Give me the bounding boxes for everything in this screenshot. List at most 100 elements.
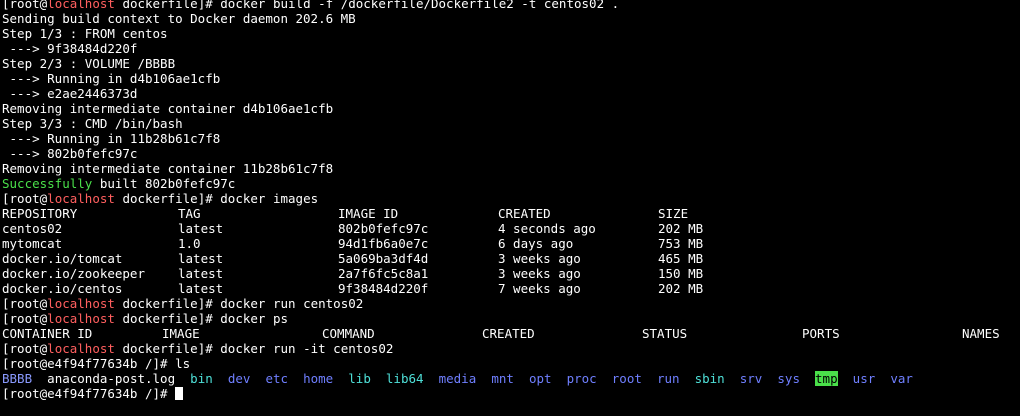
table-cell: CREATED <box>482 326 535 341</box>
table-row: mytomcat 1.0 94d1fb6a0e7c 6 days ago 753 MB <box>2 236 1020 251</box>
table-cell: centos02 <box>2 221 63 236</box>
table-cell: TAG <box>178 206 201 221</box>
output-text: Step 3/3 : CMD /bin/bash <box>2 116 183 131</box>
prompt-line: [root@localhost dockerfile]# docker run … <box>2 296 364 311</box>
table-cell: latest <box>178 251 224 266</box>
table-cell: latest <box>178 221 224 236</box>
ls-entry: etc <box>265 371 289 386</box>
ls-entry: sbin <box>694 371 725 386</box>
table-cell: REPOSITORY <box>2 206 78 221</box>
output-line: ---> 802b0fefc97c <box>2 146 1020 161</box>
output-text: Sending build context to Docker daemon 2… <box>2 11 356 26</box>
prompt-user: root <box>9 0 40 11</box>
table-row: docker.io/centos latest 9f38484d220f 7 week… <box>2 281 1020 296</box>
prompt-cwd: dockerfile <box>122 311 198 326</box>
output-text: Step 1/3 : FROM centos <box>2 26 168 41</box>
ls-entry: bin <box>190 371 213 386</box>
output-text: built 802b0fefc97c <box>92 176 236 191</box>
ls-entry: media <box>438 371 477 386</box>
ls-listing: BBBB anaconda-post.log bin dev etc home … <box>2 371 1020 386</box>
ls-entry: usr <box>852 371 876 386</box>
output-line: Step 3/3 : CMD /bin/bash <box>2 116 1020 131</box>
table-cell: 2a7f6fc5c8a1 <box>338 266 429 281</box>
shell-text: [root@e4f94f77634b /]# <box>2 386 176 401</box>
table-cell: latest <box>178 281 224 296</box>
terminal-window[interactable]: [root@localhost dockerfile]# docker buil… <box>0 0 1020 416</box>
table-cell: 9f38484d220f <box>338 281 429 296</box>
output-text: ---> 802b0fefc97c <box>2 146 138 161</box>
success-line: Successfully built 802b0fefc97c <box>2 176 1020 191</box>
ls-entry: opt <box>528 371 552 386</box>
prompt-cwd: dockerfile <box>122 0 198 11</box>
output-line: Step 1/3 : FROM centos <box>2 26 1020 41</box>
ls-entry: BBBB <box>2 371 33 386</box>
table-cell: latest <box>178 266 224 281</box>
ls-entry: sys <box>777 371 800 386</box>
table-cell: 1.0 <box>178 236 201 251</box>
ls-entry: home <box>303 371 334 386</box>
table-cell: 150 MB <box>658 266 704 281</box>
output-line: ---> e2ae2446373d <box>2 86 1020 101</box>
output-text: Removing intermediate container d4b106ae… <box>2 101 334 116</box>
output-line: Removing intermediate container d4b106ae… <box>2 101 1020 116</box>
prompt-user: root <box>9 191 40 206</box>
table-row: CONTAINER ID IMAGE COMMAND CREATED STATUS POR… <box>2 326 1020 341</box>
output-line: ---> Running in d4b106ae1cfb <box>2 71 1020 86</box>
table-cell: 3 weeks ago <box>498 266 581 281</box>
table-cell: 802b0fefc97c <box>338 221 429 236</box>
output-line: Step 2/3 : VOLUME /BBBB <box>2 56 1020 71</box>
prompt-user: root <box>9 341 40 356</box>
table-row: REPOSITORY TAG IMAGE ID CREATED SIZE <box>2 206 1020 221</box>
ls-entry: mnt <box>491 371 514 386</box>
command-text: docker ps <box>220 311 289 326</box>
shell-line: [root@e4f94f77634b /]# <box>2 386 1020 401</box>
table-cell: docker.io/tomcat <box>2 251 123 266</box>
table-cell: STATUS <box>642 326 688 341</box>
output-line: Removing intermediate container 11b28b61… <box>2 161 1020 176</box>
table-row: docker.io/zookeeper latest 2a7f6fc5c8a1 3 w… <box>2 266 1020 281</box>
table-cell: CREATED <box>498 206 551 221</box>
output-text: ---> Running in 11b28b61c7f8 <box>2 131 221 146</box>
command-text: docker images <box>220 191 319 206</box>
prompt-line: [root@localhost dockerfile]# docker ps <box>2 311 289 326</box>
table-cell: CONTAINER ID <box>2 326 93 341</box>
table-cell: SIZE <box>658 206 689 221</box>
output-text: ---> Running in d4b106ae1cfb <box>2 71 221 86</box>
table-cell: NAMES <box>962 326 1000 341</box>
ls-entry: anaconda-post.log <box>47 371 176 386</box>
table-cell: IMAGE <box>162 326 200 341</box>
output-line: ---> Running in 11b28b61c7f8 <box>2 131 1020 146</box>
command-text: docker run centos02 <box>220 296 364 311</box>
ls-entry: proc <box>566 371 597 386</box>
table-cell: 3 weeks ago <box>498 251 581 266</box>
table-cell: 94d1fb6a0e7c <box>338 236 429 251</box>
success-label: Successfully <box>2 176 93 191</box>
table-cell: 7 weeks ago <box>498 281 581 296</box>
prompt-cwd: dockerfile <box>122 341 198 356</box>
table-cell: PORTS <box>802 326 840 341</box>
table-cell: 6 days ago <box>498 236 574 251</box>
table-cell: 202 MB <box>658 221 704 236</box>
table-cell: 5a069ba3df4d <box>338 251 429 266</box>
ls-entry: lib64 <box>385 371 424 386</box>
ls-entry: root <box>611 371 642 386</box>
table-cell: 465 MB <box>658 251 704 266</box>
prompt-user: root <box>9 296 40 311</box>
prompt-host: localhost <box>47 191 115 206</box>
command-text: docker build -f /dockerfile/Dockerfile2 … <box>220 0 620 11</box>
table-row: centos02 latest 802b0fefc97c 4 seconds ago 2… <box>2 221 1020 236</box>
output-text: ---> 9f38484d220f <box>2 41 138 56</box>
prompt-host: localhost <box>47 311 115 326</box>
table-cell: 4 seconds ago <box>498 221 596 236</box>
ls-entry: run <box>656 371 680 386</box>
prompt-host: localhost <box>47 296 115 311</box>
prompt-line: [root@localhost dockerfile]# docker buil… <box>2 0 1020 11</box>
output-line: Sending build context to Docker daemon 2… <box>2 11 1020 26</box>
prompt-line: [root@localhost dockerfile]# docker run … <box>2 341 394 356</box>
ls-entry: lib <box>348 371 371 386</box>
shell-text: [root@e4f94f77634b /]# ls <box>2 356 191 371</box>
prompt-host: localhost <box>47 341 115 356</box>
output-line: ---> 9f38484d220f <box>2 41 1020 56</box>
ls-entry: srv <box>739 371 763 386</box>
ls-entry: var <box>890 371 913 386</box>
